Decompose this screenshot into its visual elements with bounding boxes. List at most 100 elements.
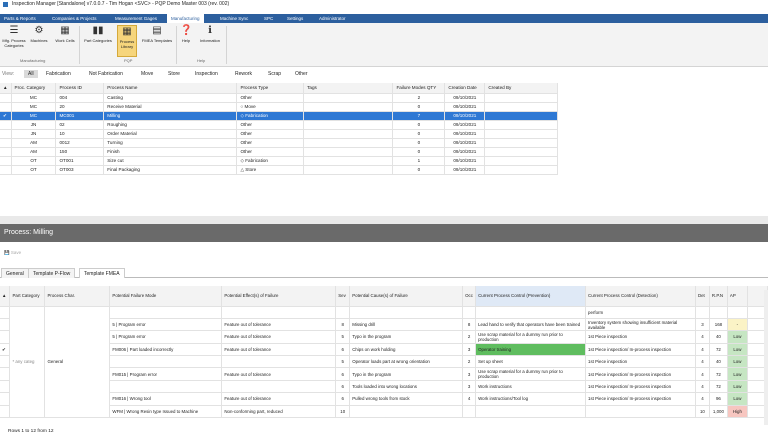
- menu-manufacturing[interactable]: Manufacturing: [167, 14, 204, 23]
- table-row[interactable]: JN 02 Roughing Other 0 09/10/2021: [0, 120, 558, 130]
- table-cell: [109, 306, 223, 319]
- machines-button[interactable]: ⚙ Machines: [28, 25, 50, 43]
- row-selector[interactable]: [0, 330, 11, 344]
- filter-move[interactable]: Move: [141, 70, 153, 78]
- fmea-templates-button[interactable]: ▤ FMEA Templates: [139, 25, 175, 43]
- column-header[interactable]: R.P.N: [709, 286, 728, 307]
- row-selector[interactable]: [0, 102, 12, 112]
- filter-store[interactable]: Store: [168, 70, 180, 78]
- row-selector[interactable]: [0, 120, 12, 130]
- menu-machine-sync[interactable]: Machine Sync: [220, 14, 248, 23]
- table-cell: WFM | Wrong Resin type Issued to Machine: [109, 405, 223, 419]
- row-selector[interactable]: [0, 156, 12, 166]
- part-categories-button[interactable]: ▮▮ Part Categories: [81, 25, 115, 43]
- table-row[interactable]: 5 | Program error Feature out of toleranc…: [0, 318, 768, 332]
- table-cell: [462, 405, 477, 419]
- row-selector[interactable]: [0, 355, 11, 369]
- table-row[interactable]: MC 004 Casting Other 2 09/10/2021: [0, 93, 558, 103]
- row-selector[interactable]: [0, 138, 12, 148]
- column-header[interactable]: Det: [695, 286, 710, 307]
- table-row[interactable]: AM 150 Finish Other 0 09/10/2021: [0, 147, 558, 157]
- table-row[interactable]: OT OT003 Final Packaging △ Store 0 09/10/2021: [0, 165, 558, 175]
- row-selector[interactable]: [0, 405, 11, 419]
- process-library-button[interactable]: ▦ Process Library: [117, 25, 137, 57]
- filter-not-fabrication[interactable]: Not Fabrication: [89, 70, 123, 78]
- help-button[interactable]: ❓ Help: [178, 25, 194, 43]
- column-header[interactable]: Creation Date: [444, 83, 486, 94]
- table-row[interactable]: AM 0012 Turning Other 0 09/10/2021: [0, 138, 558, 148]
- info-icon: ℹ: [208, 25, 212, 36]
- column-header[interactable]: Sev: [335, 286, 351, 307]
- row-selector[interactable]: ✔: [0, 111, 12, 121]
- column-header[interactable]: Tags: [303, 83, 394, 94]
- filter-fabrication[interactable]: Fabrication: [46, 70, 71, 78]
- column-header[interactable]: Current Process Control (Detection): [585, 286, 696, 307]
- column-header[interactable]: Potential Failure Mode: [109, 286, 223, 307]
- table-cell: [303, 138, 394, 148]
- row-selector[interactable]: [0, 93, 12, 103]
- table-row[interactable]: ✔ FM006 | Part loaded incorrectly Feature …: [0, 343, 768, 357]
- table-row[interactable]: OT OT001 Size cut ◇ Fabrication 1 09/10/2021: [0, 156, 558, 166]
- row-selector[interactable]: [0, 165, 12, 175]
- column-header[interactable]: Potential Effect(s) of Failure: [221, 286, 337, 307]
- table-row[interactable]: ✔ MC MC001 Milling ◇ Fabrication 7 09/10/2021: [0, 111, 558, 121]
- information-button[interactable]: ℹ Information: [196, 25, 224, 43]
- table-row[interactable]: FM015 | Program error Feature out of tole…: [0, 367, 768, 381]
- menu-administrator[interactable]: Administrator: [319, 14, 346, 23]
- table-row[interactable]: JN 10 Order Material Other 0 09/10/2021: [0, 129, 558, 139]
- column-header[interactable]: Potential Cause(s) of Failure: [349, 286, 464, 307]
- row-selector[interactable]: [0, 306, 11, 319]
- row-selector[interactable]: [0, 392, 11, 406]
- table-cell: [484, 111, 558, 121]
- menu-companies-projects[interactable]: Companies & Projects: [52, 14, 97, 23]
- process-panel-title: Process: Milling: [0, 224, 768, 242]
- table-row[interactable]: 5 Operator loads part at wrong orientatio…: [0, 355, 768, 369]
- filter-inspection[interactable]: Inspection: [195, 70, 218, 78]
- table-row[interactable]: MC 20 Receive Material ○ Move 0 09/10/2021: [0, 102, 558, 112]
- filter-rework[interactable]: Rework: [235, 70, 252, 78]
- table-cell: Other: [236, 93, 305, 103]
- table-cell: 5 | Program error: [109, 318, 223, 332]
- row-selector[interactable]: ✔: [0, 343, 11, 357]
- row-selector[interactable]: [0, 318, 11, 332]
- save-button[interactable]: 💾 Save: [4, 250, 21, 256]
- filter-other[interactable]: Other: [295, 70, 308, 78]
- filter-scrap[interactable]: Scrap: [268, 70, 281, 78]
- column-header[interactable]: Created By: [484, 83, 558, 94]
- table-cell: AM: [11, 138, 57, 148]
- tab-general[interactable]: General: [1, 268, 29, 278]
- row-selector[interactable]: [0, 367, 11, 381]
- column-header[interactable]: Occ: [462, 286, 477, 307]
- table-row[interactable]: WFM | Wrong Resin type Issued to Machine…: [0, 405, 768, 419]
- column-header[interactable]: Proc. Category: [11, 83, 57, 94]
- menu-measurement-gages[interactable]: Measurement Gages: [115, 14, 157, 23]
- tab-template-fmea[interactable]: Template FMEA: [79, 268, 125, 278]
- column-header[interactable]: Part Category: [9, 286, 46, 307]
- column-header[interactable]: Process Type: [236, 83, 305, 94]
- work-cells-button[interactable]: ▦ Work Cells: [52, 25, 78, 43]
- column-header[interactable]: Failure Modes QTY: [392, 83, 446, 94]
- table-cell: Milling: [103, 111, 238, 121]
- diamond-icon: ◇: [240, 112, 246, 118]
- tab-template-p-flow[interactable]: Template P-Flow: [28, 268, 76, 278]
- filter-all[interactable]: All: [24, 70, 38, 78]
- part-category-cell: * any categ: [9, 306, 46, 419]
- splitter[interactable]: [0, 216, 768, 224]
- table-row[interactable]: FM016 | Wrong tool Feature out of toleran…: [0, 392, 768, 406]
- menu-spc[interactable]: SPC: [264, 14, 273, 23]
- row-selector[interactable]: [0, 147, 12, 157]
- table-row[interactable]: * any categ General perform: [0, 306, 768, 419]
- menu-parts-reports[interactable]: Parts & Reports: [4, 14, 36, 23]
- vertical-scrollbar[interactable]: [764, 290, 768, 425]
- column-header[interactable]: Current Process Control (Prevention): [475, 286, 587, 307]
- column-header[interactable]: AP: [727, 286, 748, 307]
- row-selector[interactable]: [0, 380, 11, 394]
- row-selector[interactable]: [0, 129, 12, 139]
- mfg-process-categories-button[interactable]: ☰ Mfg. Process Categories: [2, 25, 26, 48]
- table-row[interactable]: 6 Tools loaded into wrong locations 3 Work …: [0, 380, 768, 394]
- column-header[interactable]: Process Name: [103, 83, 238, 94]
- column-header[interactable]: Process ID: [55, 83, 105, 94]
- menu-settings[interactable]: Settings: [287, 14, 303, 23]
- table-row[interactable]: 5 | Program error Feature out of toleranc…: [0, 330, 768, 344]
- column-header[interactable]: Process Char.: [44, 286, 111, 307]
